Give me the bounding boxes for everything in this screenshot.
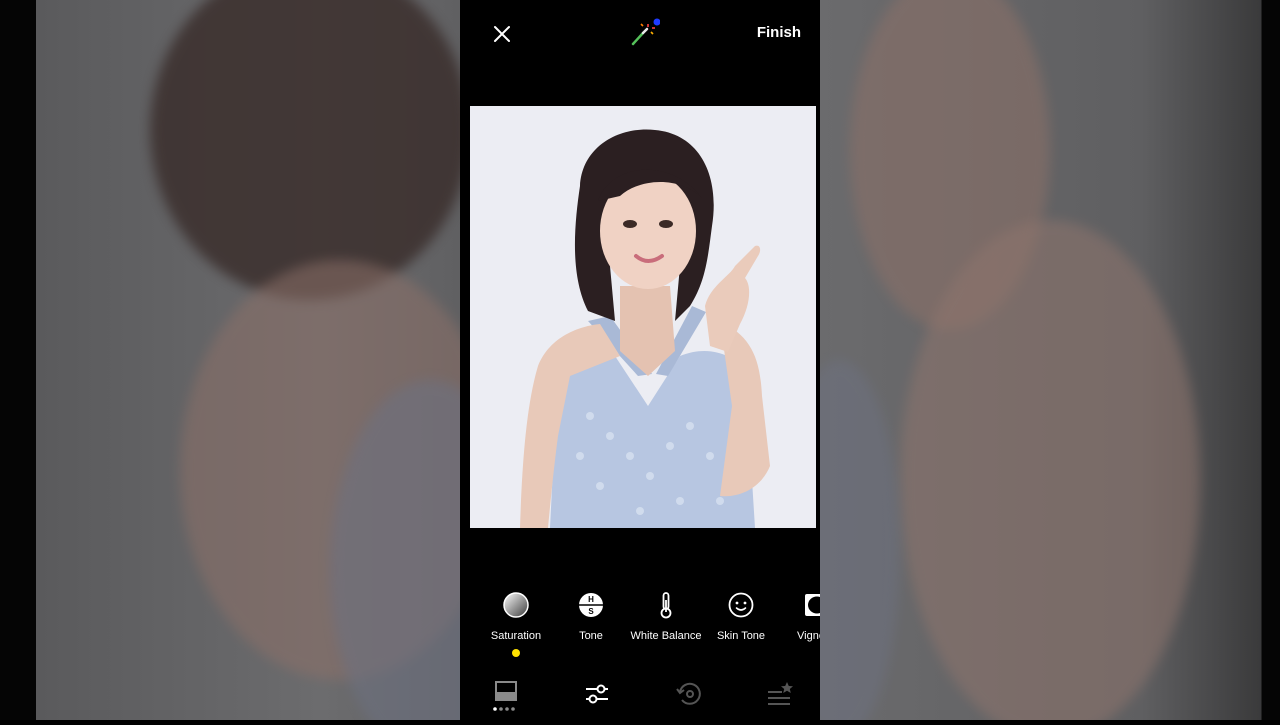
tool-label: Vigne	[797, 630, 820, 642]
smiley-face-icon	[726, 590, 756, 620]
magic-wand-icon	[631, 18, 661, 46]
background-blur-right	[820, 0, 1280, 720]
thermometer-icon	[651, 590, 681, 620]
active-tool-indicator	[512, 649, 520, 657]
tool-tone[interactable]: H S Tone	[551, 588, 631, 642]
bottom-nav	[460, 670, 820, 720]
background-blur-left	[0, 0, 460, 720]
nav-adjust[interactable]	[577, 678, 617, 712]
close-button[interactable]	[488, 20, 516, 48]
saturation-icon	[501, 590, 531, 620]
close-icon	[494, 26, 510, 42]
tool-label: Skin Tone	[716, 630, 766, 642]
tool-label: Saturation	[490, 630, 542, 642]
svg-text:S: S	[588, 607, 594, 616]
svg-text:H: H	[588, 595, 594, 604]
history-icon	[676, 682, 701, 705]
tool-label: White Balance	[630, 630, 702, 642]
tool-white-balance[interactable]: White Balance	[626, 588, 706, 642]
presets-icon	[493, 681, 517, 711]
vignette-icon	[802, 590, 820, 620]
adjustment-tools-strip: Saturation H S Tone White Balance Skin T…	[460, 588, 820, 664]
favorites-list-icon	[768, 682, 793, 705]
tool-skin-tone[interactable]: Skin Tone	[701, 588, 781, 642]
photo-editor-app: Finish Saturation H S Tone White Balance…	[460, 0, 820, 720]
tool-label: Tone	[579, 630, 603, 642]
nav-history[interactable]	[669, 678, 709, 712]
tool-saturation[interactable]: Saturation	[476, 588, 556, 642]
adjust-sliders-icon	[586, 684, 608, 704]
auto-enhance-button[interactable]	[628, 18, 661, 50]
tool-vignette[interactable]: Vigne	[776, 588, 820, 642]
hs-tone-icon: H S	[576, 590, 606, 620]
nav-favorites[interactable]	[760, 678, 800, 712]
finish-button[interactable]: Finish	[757, 24, 801, 41]
portrait-photo	[470, 106, 816, 528]
nav-presets[interactable]	[486, 678, 526, 712]
top-bar: Finish	[460, 0, 820, 68]
edited-photo[interactable]	[470, 106, 816, 528]
